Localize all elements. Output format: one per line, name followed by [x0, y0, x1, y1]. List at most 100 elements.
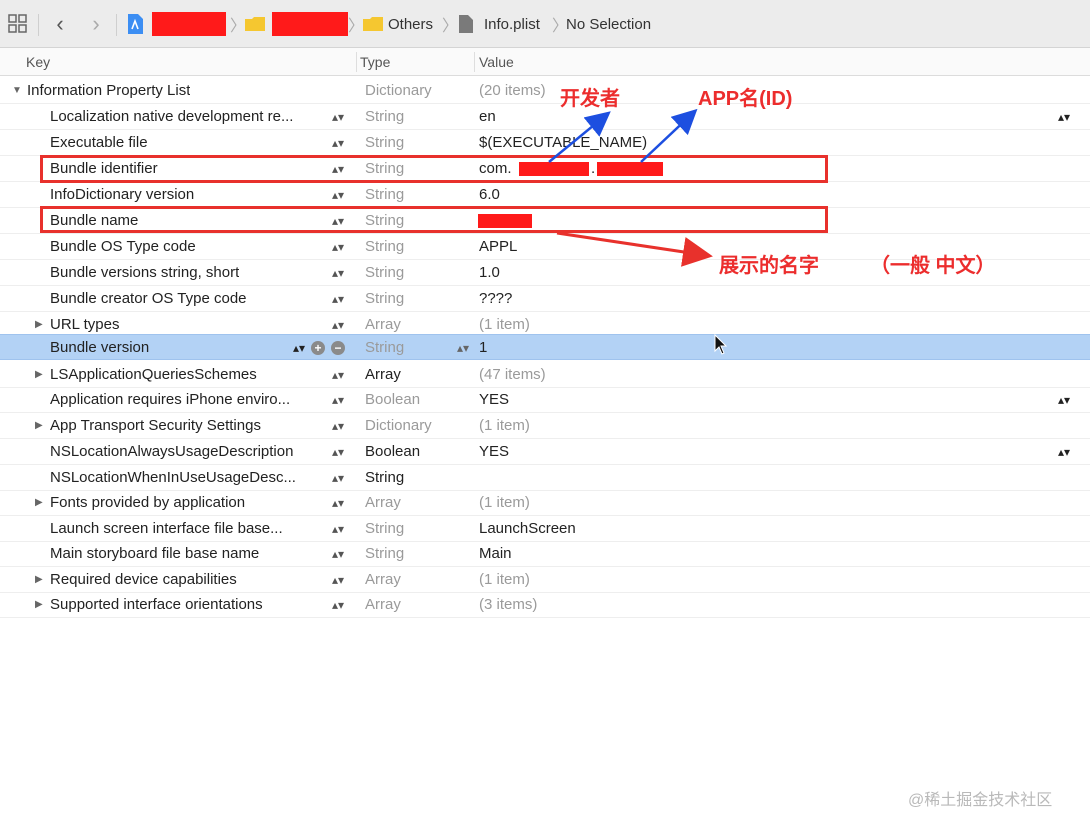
key-stepper-icon[interactable]: ▴▾	[332, 439, 344, 465]
list-item[interactable]: NSLocationWhenInUseUsageDesc... ▴▾ Strin…	[0, 465, 1090, 491]
list-item[interactable]: InfoDictionary version ▴▾ String 6.0	[0, 182, 1090, 208]
breadcrumb-others-label: Others	[388, 15, 434, 33]
disclosure-expanded-icon[interactable]: ▼	[12, 78, 22, 104]
back-button[interactable]: ‹	[50, 0, 70, 48]
value-cell[interactable]: Main	[479, 541, 512, 567]
column-divider[interactable]	[474, 52, 475, 72]
key-cell: InfoDictionary version	[50, 186, 195, 203]
key-cell: Localization native development re...	[50, 108, 294, 125]
disclosure-collapsed-icon[interactable]: ▶	[35, 413, 43, 439]
type-cell: String	[365, 186, 405, 203]
value-cell: (1 item)	[479, 417, 530, 434]
key-stepper-icon[interactable]: ▴▾	[332, 541, 344, 567]
key-stepper-icon[interactable]: ▴▾	[332, 182, 344, 208]
mouse-pointer-icon	[714, 334, 728, 355]
related-items-grid-icon[interactable]	[8, 0, 30, 48]
list-item[interactable]: Application requires iPhone enviro... ▴▾…	[0, 387, 1090, 413]
annotation-chinese-note: （一般 中文）	[870, 255, 996, 277]
value-cell[interactable]: 1	[479, 335, 487, 361]
key-stepper-icon[interactable]: ▴▾	[332, 413, 344, 439]
value-cell[interactable]: LaunchScreen	[479, 516, 576, 542]
key-stepper-icon[interactable]: ▴▾	[332, 130, 344, 156]
value-popup-stepper-icon[interactable]: ▴▾	[1058, 439, 1070, 465]
jump-bar: ‹ › 〉 〉 Others 〉 Info.plist 〉 No Selecti…	[0, 0, 1090, 48]
value-cell[interactable]: APPL	[479, 234, 517, 260]
project-file-icon	[128, 14, 143, 34]
key-stepper-icon[interactable]: ▴▾	[332, 234, 344, 260]
list-item[interactable]: Bundle creator OS Type code ▴▾ String ??…	[0, 286, 1090, 312]
breadcrumb-selection[interactable]: No Selection	[566, 0, 651, 48]
list-item[interactable]: ▶ App Transport Security Settings ▴▾ Dic…	[0, 413, 1090, 439]
list-item[interactable]: ▶ Required device capabilities ▴▾ Array …	[0, 567, 1090, 593]
value-popup-stepper-icon[interactable]: ▴▾	[1058, 387, 1070, 413]
disclosure-collapsed-icon[interactable]: ▶	[35, 567, 43, 593]
column-header-key[interactable]: Key	[26, 54, 50, 70]
list-item[interactable]: Launch screen interface file base... ▴▾ …	[0, 516, 1090, 542]
remove-item-icon[interactable]: −	[331, 341, 345, 355]
key-cell: NSLocationAlwaysUsageDescription	[50, 443, 294, 460]
key-cell: Main storyboard file base name	[50, 545, 260, 562]
list-item[interactable]: NSLocationAlwaysUsageDescription ▴▾ Bool…	[0, 439, 1090, 465]
list-item[interactable]: Main storyboard file base name ▴▾ String…	[0, 541, 1090, 567]
breadcrumb-group-1[interactable]	[244, 0, 348, 48]
key-stepper-icon[interactable]: ▴▾	[332, 567, 344, 593]
key-cell: Fonts provided by application	[50, 494, 246, 511]
key-cell: Bundle creator OS Type code	[50, 290, 247, 307]
list-item[interactable]: ▶ LSApplicationQueriesSchemes ▴▾ Array (…	[0, 362, 1090, 388]
value-cell[interactable]: YES	[479, 387, 509, 413]
value-cell[interactable]: en	[479, 104, 496, 130]
key-cell: Bundle OS Type code	[50, 238, 196, 255]
value-cell[interactable]: ????	[479, 286, 512, 312]
breadcrumb-group-others[interactable]: Others	[362, 0, 433, 48]
disclosure-collapsed-icon[interactable]: ▶	[35, 592, 43, 618]
key-stepper-icon[interactable]: ▴▾	[332, 104, 344, 130]
annotation-app-id: APP名(ID)	[698, 88, 793, 110]
value-cell[interactable]: $(EXECUTABLE_NAME)	[479, 130, 647, 156]
folder-icon	[363, 17, 383, 31]
list-item[interactable]: ▶ Supported interface orientations ▴▾ Ar…	[0, 592, 1090, 618]
type-cell: Dictionary	[365, 82, 432, 99]
value-cell[interactable]: YES	[479, 439, 509, 465]
key-cell: App Transport Security Settings	[50, 417, 261, 434]
list-item[interactable]: ▼ Information Property List Dictionary (…	[0, 78, 1090, 104]
type-cell: Array	[365, 571, 401, 588]
key-cell: Bundle version	[50, 339, 150, 356]
key-stepper-icon[interactable]: ▴▾	[332, 260, 344, 286]
value-cell[interactable]: 6.0	[479, 182, 500, 208]
value-cell[interactable]: 1.0	[479, 260, 500, 286]
key-stepper-icon[interactable]: ▴▾	[332, 516, 344, 542]
key-stepper-icon[interactable]: ▴▾	[293, 335, 305, 361]
type-cell: Boolean	[365, 391, 421, 408]
list-item[interactable]: Localization native development re... ▴▾…	[0, 104, 1090, 130]
watermark: @稀土掘金技术社区	[908, 792, 1053, 809]
key-stepper-icon[interactable]: ▴▾	[332, 387, 344, 413]
key-stepper-icon[interactable]: ▴▾	[332, 592, 344, 618]
column-header-type[interactable]: Type	[360, 54, 390, 70]
breadcrumb-file[interactable]: Info.plist	[458, 0, 540, 48]
value-cell: (1 item)	[479, 494, 530, 511]
list-item[interactable]: ▶ Fonts provided by application ▴▾ Array…	[0, 490, 1090, 516]
breadcrumb-file-label: Info.plist	[484, 15, 540, 33]
key-stepper-icon[interactable]: ▴▾	[332, 286, 344, 312]
list-item[interactable]: Executable file ▴▾ String $(EXECUTABLE_N…	[0, 130, 1090, 156]
column-divider[interactable]	[356, 52, 357, 72]
key-stepper-icon[interactable]: ▴▾	[332, 362, 344, 388]
key-cell: Application requires iPhone enviro...	[50, 391, 291, 408]
add-item-icon[interactable]: +	[311, 341, 325, 355]
column-header-value[interactable]: Value	[479, 54, 514, 70]
breadcrumb-project[interactable]	[126, 0, 226, 48]
disclosure-collapsed-icon[interactable]: ▶	[35, 362, 43, 388]
key-cell: NSLocationWhenInUseUsageDesc...	[50, 469, 296, 486]
disclosure-collapsed-icon[interactable]: ▶	[35, 490, 43, 516]
key-stepper-icon[interactable]: ▴▾	[332, 465, 344, 491]
highlight-box-bundle-identifier	[40, 155, 828, 183]
column-header: Key Type Value	[0, 48, 1090, 76]
key-cell: LSApplicationQueriesSchemes	[50, 366, 257, 383]
type-cell: String	[365, 520, 405, 537]
key-stepper-icon[interactable]: ▴▾	[332, 490, 344, 516]
value-popup-stepper-icon[interactable]: ▴▾	[1058, 104, 1070, 130]
forward-button[interactable]: ›	[86, 0, 106, 48]
type-popup-stepper-icon[interactable]: ▴▾	[457, 335, 469, 361]
list-item-selected[interactable]: Bundle version ▴▾ + − String ▴▾ 1	[0, 334, 1090, 360]
type-cell: String	[365, 545, 405, 562]
